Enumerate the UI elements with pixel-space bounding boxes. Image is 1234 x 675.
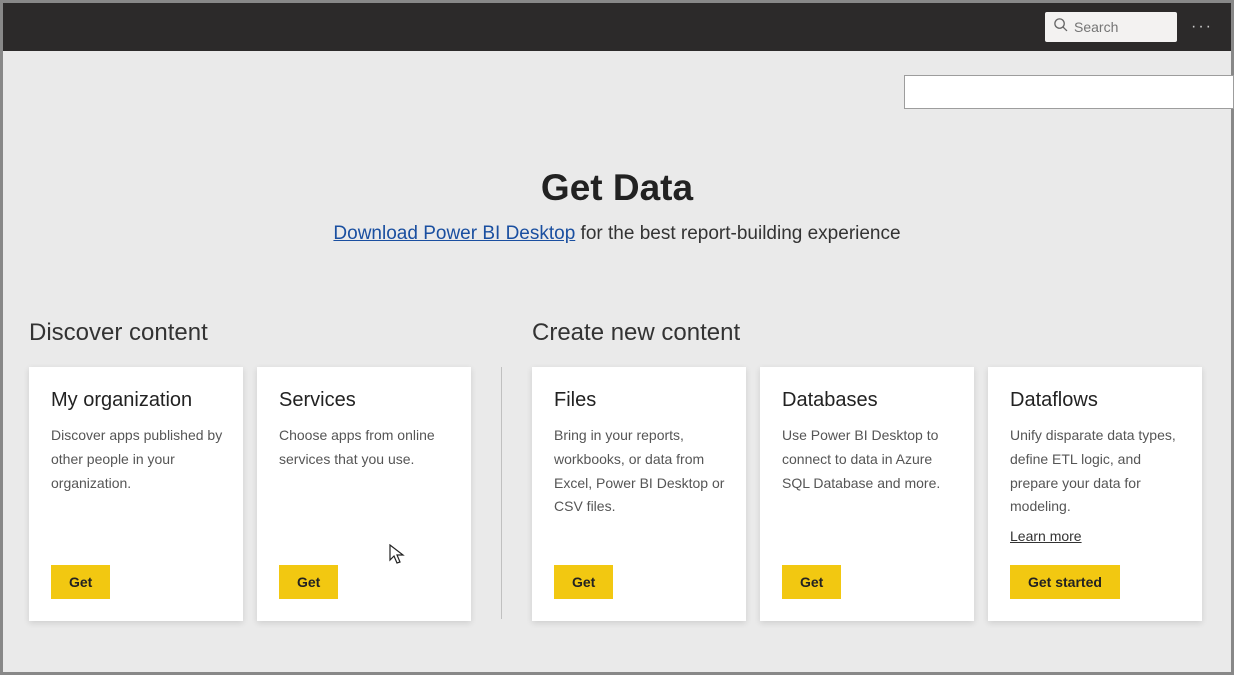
secondary-toolbar bbox=[3, 51, 1231, 109]
create-cards-row: Files Bring in your reports, workbooks, … bbox=[532, 367, 1202, 621]
card-description: Bring in your reports, workbooks, or dat… bbox=[554, 424, 726, 565]
card-description: Use Power BI Desktop to connect to data … bbox=[782, 424, 954, 565]
search-input[interactable] bbox=[1074, 19, 1169, 35]
discover-cards-row: My organization Discover apps published … bbox=[29, 367, 471, 621]
card-title: Databases bbox=[782, 389, 954, 412]
discover-section: Discover content My organization Discove… bbox=[29, 319, 471, 621]
card-title: Services bbox=[279, 389, 451, 412]
section-divider bbox=[501, 367, 502, 619]
subtitle-text-rest: for the best report-building experience bbox=[575, 223, 900, 244]
card-dataflows: Dataflows Unify disparate data types, de… bbox=[988, 367, 1202, 621]
card-description: Choose apps from online services that yo… bbox=[279, 424, 451, 565]
get-button-my-organization[interactable]: Get bbox=[51, 565, 110, 599]
create-section: Create new content Files Bring in your r… bbox=[532, 319, 1202, 621]
card-title: Files bbox=[554, 389, 726, 412]
hero-section: Get Data Download Power BI Desktop for t… bbox=[3, 167, 1231, 245]
card-description: Unify disparate data types, define ETL l… bbox=[1010, 424, 1182, 565]
card-files: Files Bring in your reports, workbooks, … bbox=[532, 367, 746, 621]
page-title: Get Data bbox=[3, 167, 1231, 209]
search-box[interactable] bbox=[1045, 12, 1177, 42]
card-description: Discover apps published by other people … bbox=[51, 424, 223, 565]
search-icon bbox=[1053, 17, 1068, 37]
more-menu-button[interactable]: ··· bbox=[1187, 19, 1217, 35]
download-desktop-link[interactable]: Download Power BI Desktop bbox=[333, 223, 575, 244]
content-sections: Discover content My organization Discove… bbox=[3, 319, 1231, 621]
create-section-title: Create new content bbox=[532, 319, 1202, 347]
page-search-input[interactable] bbox=[904, 75, 1234, 109]
card-databases: Databases Use Power BI Desktop to connec… bbox=[760, 367, 974, 621]
learn-more-link[interactable]: Learn more bbox=[1010, 525, 1182, 549]
page-subtitle: Download Power BI Desktop for the best r… bbox=[3, 223, 1231, 245]
card-services: Services Choose apps from online service… bbox=[257, 367, 471, 621]
card-title: Dataflows bbox=[1010, 389, 1182, 412]
get-started-button-dataflows[interactable]: Get started bbox=[1010, 565, 1120, 599]
top-bar: ··· bbox=[3, 3, 1231, 51]
get-button-databases[interactable]: Get bbox=[782, 565, 841, 599]
get-button-files[interactable]: Get bbox=[554, 565, 613, 599]
card-my-organization: My organization Discover apps published … bbox=[29, 367, 243, 621]
get-button-services[interactable]: Get bbox=[279, 565, 338, 599]
card-title: My organization bbox=[51, 389, 223, 412]
discover-section-title: Discover content bbox=[29, 319, 471, 347]
card-description-text: Unify disparate data types, define ETL l… bbox=[1010, 427, 1176, 514]
